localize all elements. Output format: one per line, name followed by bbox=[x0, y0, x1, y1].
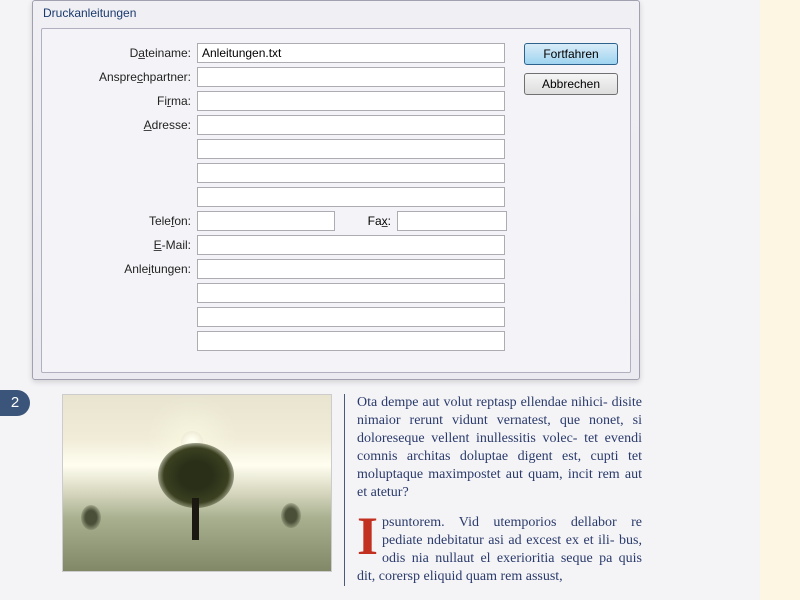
dialog-body: Dateiname: Ansprechpartner: Firma: Adres… bbox=[41, 28, 631, 373]
article-photo bbox=[62, 394, 332, 572]
instructions-field-3[interactable] bbox=[197, 307, 505, 327]
article-paragraph-1: Ota dempe aut volut reptasp ellendae nih… bbox=[357, 394, 642, 502]
column-divider bbox=[344, 394, 345, 586]
drop-cap: I bbox=[357, 514, 382, 558]
cancel-button[interactable]: Abbrechen bbox=[524, 73, 618, 95]
email-label: E-Mail: bbox=[52, 238, 197, 252]
form-area: Dateiname: Ansprechpartner: Firma: Adres… bbox=[52, 43, 512, 351]
instructions-field-1[interactable] bbox=[197, 259, 505, 279]
contact-field[interactable] bbox=[197, 67, 505, 87]
button-column: Fortfahren Abbrechen bbox=[524, 43, 618, 103]
phone-label: Telefon: bbox=[52, 214, 197, 228]
address-field-2[interactable] bbox=[197, 139, 505, 159]
address-label: Adresse: bbox=[52, 118, 197, 132]
side-margin bbox=[760, 0, 800, 600]
article-paragraph-2: Ipsuntorem. Vid utemporios dellabor re p… bbox=[357, 514, 642, 586]
instructions-label: Anleitungen: bbox=[52, 262, 197, 276]
filename-label: Dateiname: bbox=[52, 46, 197, 60]
article-text: Ota dempe aut volut reptasp ellendae nih… bbox=[357, 394, 642, 586]
article-content: Ota dempe aut volut reptasp ellendae nih… bbox=[62, 394, 642, 586]
page-number-badge: 2 bbox=[0, 390, 30, 416]
company-label: Firma: bbox=[52, 94, 197, 108]
tree-icon bbox=[158, 443, 234, 538]
address-field-4[interactable] bbox=[197, 187, 505, 207]
address-field-1[interactable] bbox=[197, 115, 505, 135]
contact-label: Ansprechpartner: bbox=[52, 70, 197, 84]
continue-button[interactable]: Fortfahren bbox=[524, 43, 618, 65]
fax-field[interactable] bbox=[397, 211, 507, 231]
instructions-field-2[interactable] bbox=[197, 283, 505, 303]
instructions-field-4[interactable] bbox=[197, 331, 505, 351]
tree-small-icon bbox=[281, 503, 301, 528]
phone-field[interactable] bbox=[197, 211, 335, 231]
tree-small-icon bbox=[81, 505, 101, 530]
filename-field[interactable] bbox=[197, 43, 505, 63]
company-field[interactable] bbox=[197, 91, 505, 111]
print-instructions-dialog: Druckanleitungen Dateiname: Ansprechpart… bbox=[32, 0, 640, 380]
dialog-title: Druckanleitungen bbox=[33, 1, 639, 28]
address-field-3[interactable] bbox=[197, 163, 505, 183]
fax-label: Fax: bbox=[335, 214, 397, 228]
email-field[interactable] bbox=[197, 235, 505, 255]
